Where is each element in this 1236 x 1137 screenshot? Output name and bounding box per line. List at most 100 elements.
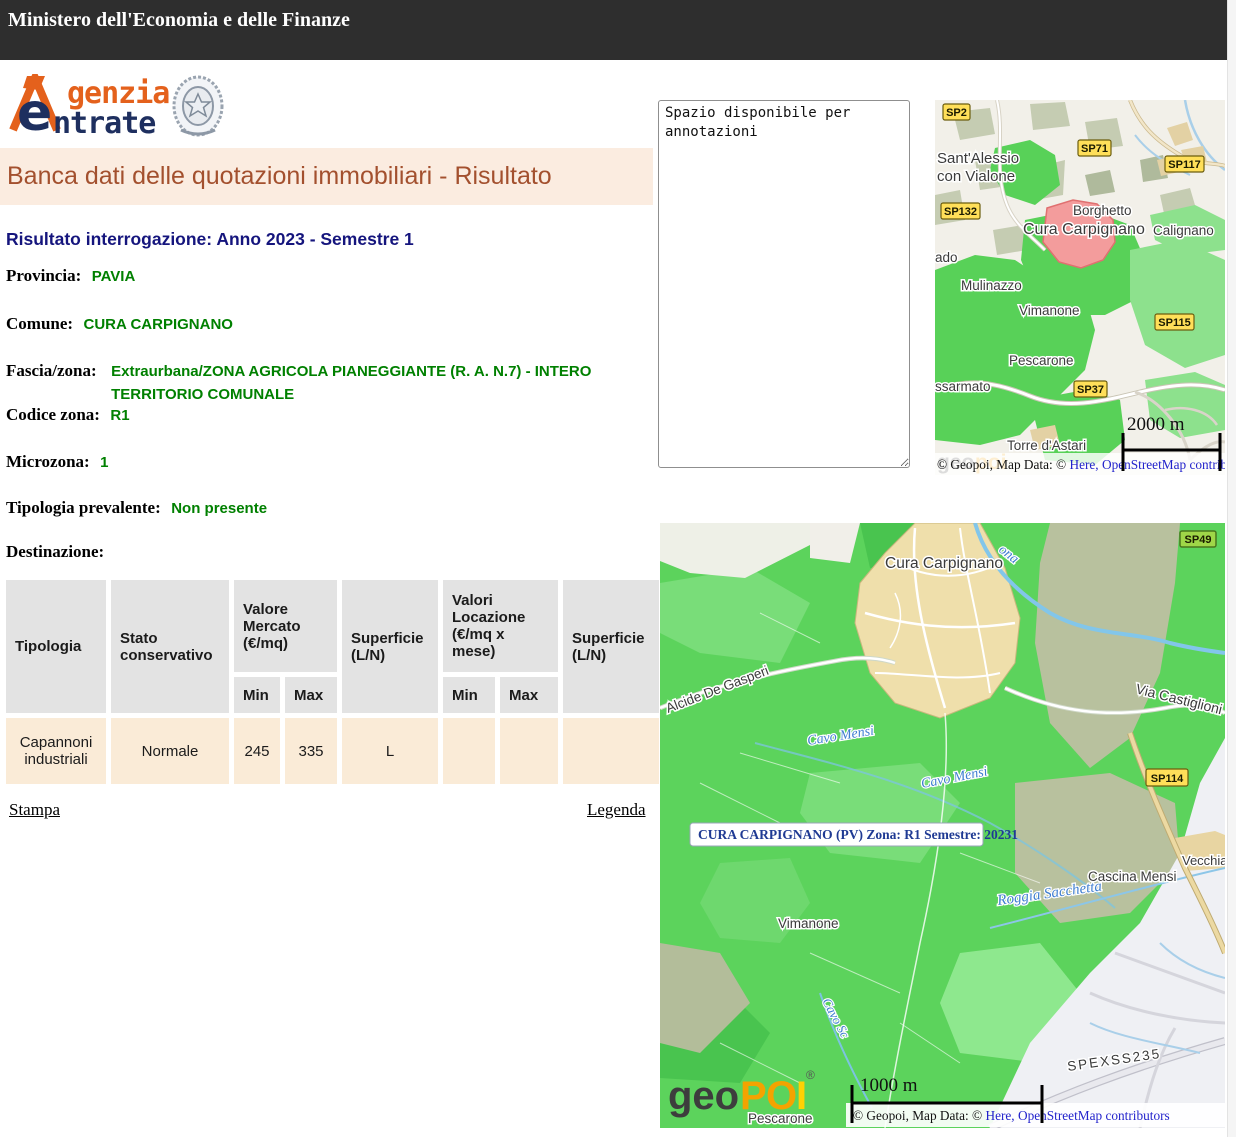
cell-tipologia: Capannoni industriali: [6, 718, 106, 784]
place-label-vecchia: Vecchia: [1182, 853, 1225, 868]
place-label-torre-dastari: Torre d'Astari: [1007, 438, 1086, 453]
cell-vl-min: [443, 718, 495, 784]
place-label-santalessio: Sant'Alessio: [937, 150, 1019, 167]
field-fascia-zona: Fascia/zona: Extraurbana/ZONA AGRICOLA P…: [6, 361, 623, 406]
ministry-bar: Ministero dell'Economia e delle Finanze: [0, 0, 1227, 60]
place-label-ssarmato: ssarmato: [935, 379, 991, 394]
scale-label: 1000 m: [860, 1075, 918, 1096]
table-row: Capannoni industriali Normale 245 335 L: [6, 718, 659, 784]
place-label-pescarone: Pescarone: [1009, 353, 1074, 368]
place-label-calignano: Calignano: [1153, 223, 1214, 238]
geopoi-logo: geo P O I ®: [668, 1068, 815, 1118]
stampa-link[interactable]: Stampa: [9, 800, 60, 820]
svg-text:geo: geo: [668, 1074, 739, 1118]
col-vm-min: Min: [234, 677, 280, 713]
field-comune-label: Comune:: [6, 314, 73, 333]
col-stato-conservativo: Stato conservativo: [111, 580, 229, 713]
svg-text:SP115: SP115: [1158, 317, 1190, 329]
road-badge-sp71: SP71: [1078, 140, 1111, 156]
ministry-title: Ministero dell'Economia e delle Finanze: [8, 9, 350, 32]
field-microzona-label: Microzona:: [6, 452, 90, 471]
place-label-cura-carpignano: Cura Carpignano: [1023, 221, 1145, 238]
svg-text:SP132: SP132: [944, 206, 977, 218]
field-provincia: Provincia: PAVIA: [6, 266, 135, 286]
overview-map[interactable]: SP2 SP71 SP117 SP132 SP115 SP37 Sant'Ale…: [935, 100, 1225, 475]
cell-stato: Normale: [111, 718, 229, 784]
road-badge-sp37: SP37: [1074, 381, 1107, 397]
field-codice-zona: Codice zona: R1: [6, 405, 130, 425]
place-label-mulinazzo: Mulinazzo: [961, 278, 1022, 293]
col-tipologia: Tipologia: [6, 580, 106, 713]
attribution-text: © Geopoi, Map Data: ©: [937, 457, 1069, 472]
svg-text:SP49: SP49: [1185, 534, 1212, 546]
field-tipologia-label: Tipologia prevalente:: [6, 498, 161, 517]
field-tipologia-value: Non presente: [171, 500, 267, 517]
field-codice-value: R1: [110, 407, 129, 424]
col-vl-min: Min: [443, 677, 495, 713]
field-destinazione-label: Destinazione:: [6, 542, 104, 561]
republic-emblem-icon: [171, 74, 225, 138]
svg-text:O: O: [766, 1074, 797, 1118]
place-label-santalessio-2: con Vialone: [937, 168, 1015, 185]
road-badge-sp114: SP114: [1146, 769, 1188, 786]
field-provincia-value: PAVIA: [92, 268, 136, 285]
zone-label-text: CURA CARPIGNANO (PV) Zona: R1 Semestre: …: [698, 827, 1018, 842]
zone-label-box: CURA CARPIGNANO (PV) Zona: R1 Semestre: …: [690, 823, 1018, 846]
annotations-textarea[interactable]: Spazio disponibile per annotazioni: [658, 100, 910, 468]
cell-vl-max: [500, 718, 558, 784]
logo-word-2: ntrate: [53, 106, 155, 141]
col-valore-mercato: Valore Mercato (€/mq): [234, 580, 337, 672]
road-badge-sp115: SP115: [1155, 314, 1194, 330]
field-comune-value: CURA CARPIGNANO: [84, 316, 233, 333]
svg-text:e: e: [17, 83, 52, 138]
field-codice-label: Codice zona:: [6, 405, 100, 424]
page-title-banner: Banca dati delle quotazioni immobiliari …: [0, 148, 653, 205]
col-vl-max: Max: [500, 677, 558, 713]
legenda-link[interactable]: Legenda: [587, 800, 646, 820]
col-superficie-2: Superficie (L/N): [563, 580, 659, 713]
cell-vm-max: 335: [285, 718, 337, 784]
field-tipologia-prevalente: Tipologia prevalente: Non presente: [6, 498, 267, 518]
road-badge-sp132: SP132: [941, 203, 980, 219]
svg-text:P: P: [740, 1074, 767, 1118]
osm-link[interactable]: OpenStreetMap contributor.: [1099, 457, 1225, 472]
svg-text:SP37: SP37: [1077, 384, 1104, 396]
field-destinazione: Destinazione:: [6, 542, 104, 562]
road-badge-sp2: SP2: [943, 104, 970, 120]
svg-text:SP114: SP114: [1151, 773, 1184, 785]
map-attribution: © Geopoi, Map Data: © Here, OpenStreetMa…: [853, 1108, 1170, 1123]
field-comune: Comune: CURA CARPIGNANO: [6, 314, 233, 334]
cell-vm-min: 245: [234, 718, 280, 784]
map-attribution: © Geopoi, Map Data: © Here, OpenStreetMa…: [937, 457, 1225, 472]
cell-superficie-1: L: [342, 718, 438, 784]
quotations-table: Tipologia Stato conservativo Valore Merc…: [1, 575, 664, 789]
cell-superficie-2: [563, 718, 659, 784]
col-vm-max: Max: [285, 677, 337, 713]
svg-text:SP117: SP117: [1168, 159, 1200, 171]
agenzia-entrate-logo[interactable]: e genzia ntrate: [5, 74, 235, 140]
svg-text:®: ®: [806, 1068, 815, 1082]
here-link[interactable]: Here,: [1069, 457, 1098, 472]
here-link[interactable]: Here,: [985, 1108, 1014, 1123]
page-scrollbar[interactable]: [1227, 0, 1236, 1137]
attribution-text: © Geopoi, Map Data: ©: [853, 1108, 985, 1123]
page-title: Banca dati delle quotazioni immobiliari …: [7, 162, 552, 191]
zone-map[interactable]: SP49 SP114 Cura Carpignano Alcide De Gas…: [660, 523, 1225, 1128]
road-badge-sp49: SP49: [1180, 531, 1216, 547]
place-label-vimanone: Vimanone: [778, 916, 839, 931]
field-fascia-label: Fascia/zona:: [6, 361, 97, 380]
field-microzona: Microzona: 1: [6, 452, 109, 472]
scale-label: 2000 m: [1127, 414, 1185, 435]
result-heading: Risultato interrogazione: Anno 2023 - Se…: [6, 229, 414, 250]
svg-text:SP2: SP2: [946, 107, 967, 119]
road-badge-sp117: SP117: [1165, 156, 1204, 172]
field-provincia-label: Provincia:: [6, 266, 81, 285]
place-label-borghetto: Borghetto: [1073, 203, 1132, 218]
svg-text:SP71: SP71: [1081, 143, 1108, 155]
osm-link[interactable]: OpenStreetMap contributors: [1015, 1108, 1170, 1123]
field-fascia-value: Extraurbana/ZONA AGRICOLA PIANEGGIANTE (…: [111, 361, 623, 406]
col-superficie-1: Superficie (L/N): [342, 580, 438, 713]
place-label-vimanone: Vimanone: [1019, 303, 1080, 318]
place-label-ado: ado: [935, 250, 958, 265]
place-label-cascina-mensi: Cascina Mensi: [1088, 869, 1177, 884]
